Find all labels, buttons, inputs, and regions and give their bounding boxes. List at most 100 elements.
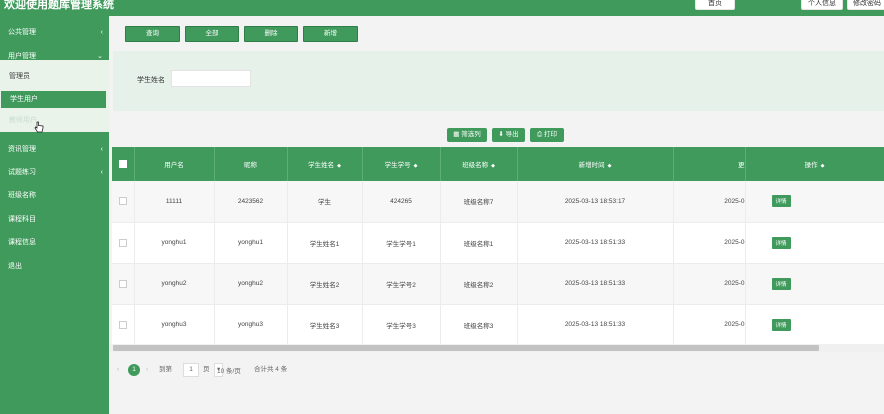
print-label: 打印: [544, 131, 557, 138]
table-cell: 学生学号1: [362, 222, 441, 264]
table-cell: yonghu2: [214, 263, 288, 305]
chevron-left-icon: ‹: [100, 29, 103, 36]
sidebar-item-public[interactable]: 公共管理 ‹: [0, 23, 109, 43]
table-cell: 班级名称2: [440, 263, 518, 305]
page-size-select[interactable]: 10 条/页 ▾: [214, 363, 241, 377]
sort-icon[interactable]: ◆: [337, 163, 341, 169]
filter-columns-button[interactable]: ▦ 筛选列: [447, 128, 487, 142]
sort-icon[interactable]: ◆: [821, 163, 825, 169]
column-header[interactable]: 用户名: [134, 147, 215, 181]
sidebar-item-news[interactable]: 资讯管理 ‹: [0, 140, 109, 160]
chevron-left-icon: ‹: [100, 146, 103, 153]
column-header[interactable]: 学生姓名 ◆: [287, 147, 363, 181]
sort-icon[interactable]: ◆: [608, 163, 612, 169]
columns-icon: ▦: [453, 131, 460, 138]
table-cell: 2025-03-13 18:51:33: [517, 222, 674, 264]
table-cell: 2025-03-13 18:51:33: [517, 263, 674, 305]
row-select-cell: [112, 263, 135, 305]
table-cell: 学生学号2: [362, 263, 441, 305]
table-cell: 2025-03-13 18:53:17: [517, 181, 674, 223]
prev-page-icon[interactable]: ‹: [117, 362, 119, 378]
table-cell: 班级名称7: [440, 181, 518, 223]
table-cell: yonghu1: [134, 222, 215, 264]
table-cell: yonghu3: [134, 304, 215, 346]
chevron-left-icon: ‹: [100, 169, 103, 176]
sidebar-item-label: 用户管理: [8, 53, 36, 60]
submenu-admin[interactable]: 管理员: [0, 68, 105, 85]
row-checkbox[interactable]: [118, 197, 127, 206]
hand-cursor-icon: [34, 121, 44, 133]
add-button[interactable]: 新增: [303, 26, 358, 42]
select-all-checkbox[interactable]: [118, 160, 127, 168]
table-cell: 学生姓名2: [287, 263, 363, 305]
total-count: 合计共 4 条: [254, 366, 288, 373]
table-cell: 学生学号3: [362, 304, 441, 346]
profile-button[interactable]: 个人信息: [801, 0, 843, 10]
sort-icon[interactable]: ◆: [414, 163, 418, 169]
export-label: 导出: [505, 131, 519, 138]
table-cell: 班级名称3: [440, 304, 518, 346]
jump-page-input[interactable]: 1: [183, 363, 199, 377]
sidebar-item-logout[interactable]: 退出: [0, 257, 109, 277]
column-header[interactable]: 班级名称 ◆: [440, 147, 518, 181]
detail-button[interactable]: 详情: [771, 236, 791, 249]
sidebar-item-practice[interactable]: 试题练习 ‹: [0, 163, 109, 183]
table-cell: 2025-0: [673, 304, 746, 346]
submenu-student-users[interactable]: 学生用户: [1, 91, 106, 108]
home-button[interactable]: 首页: [695, 0, 735, 10]
table-cell: 详情: [745, 181, 884, 223]
row-checkbox[interactable]: [118, 320, 127, 329]
student-name-input[interactable]: [171, 70, 251, 87]
data-table: 用户名 昵称 学生姓名 ◆ 学生学号 ◆ 班级名称 ◆ 新增时间 ◆ 更 操作 ◆ 111…: [112, 147, 884, 347]
change-password-button[interactable]: 修改密码: [847, 0, 884, 10]
users-submenu: 管理员 学生用户 教师用户: [0, 60, 109, 132]
page-unit-label: 页: [203, 366, 210, 373]
table-cell: yonghu3: [214, 304, 288, 346]
delete-button[interactable]: 删除: [244, 26, 298, 42]
export-button[interactable]: ⬇ 导出: [492, 128, 525, 142]
print-button[interactable]: ⎙ 打印: [530, 128, 564, 142]
table-cell: yonghu2: [134, 263, 215, 305]
table-row: yonghu2 yonghu2 学生姓名2 学生学号2 班级名称2 2025-0…: [112, 263, 884, 305]
table-header-row: 用户名 昵称 学生姓名 ◆ 学生学号 ◆ 班级名称 ◆ 新增时间 ◆ 更 操作 ◆: [112, 147, 884, 181]
table-cell: 2025-0: [673, 222, 746, 264]
detail-button[interactable]: 详情: [771, 195, 791, 208]
query-button[interactable]: 查询: [125, 26, 180, 42]
table-cell: 详情: [745, 222, 884, 264]
filter-panel: 学生姓名: [113, 51, 884, 111]
column-header[interactable]: 昵称: [214, 147, 288, 181]
sidebar-item-label: 公共管理: [8, 29, 36, 36]
table-row: 11111 2423562 学生 424265 班级名称7 2025-03-13…: [112, 181, 884, 223]
all-button[interactable]: 全部: [185, 26, 239, 42]
table-cell: 班级名称1: [440, 222, 518, 264]
sidebar-item-course-subject[interactable]: 课程科目: [0, 210, 109, 230]
sidebar-item-label: 试题练习: [8, 169, 36, 176]
table-cell: 11111: [134, 181, 215, 223]
row-select-cell: [112, 304, 135, 346]
sort-icon[interactable]: ◆: [491, 163, 495, 169]
row-select-cell: [112, 222, 135, 264]
table-cell: 2423562: [214, 181, 288, 223]
detail-button[interactable]: 详情: [771, 277, 791, 290]
sidebar-item-course-info[interactable]: 课程信息: [0, 233, 109, 253]
next-page-icon[interactable]: ›: [146, 362, 148, 378]
select-all-header: [112, 147, 135, 181]
sidebar: 公共管理 ‹ 用户管理 ⌄ 管理员 学生用户 教师用户 资讯管理 ‹ 试题练习 …: [0, 16, 109, 414]
row-checkbox[interactable]: [118, 279, 127, 288]
submenu-teacher-users[interactable]: 教师用户: [0, 112, 105, 129]
column-header[interactable]: 更: [673, 147, 746, 181]
column-header[interactable]: 新增时间 ◆: [517, 147, 674, 181]
row-checkbox[interactable]: [118, 238, 127, 247]
column-header[interactable]: 操作 ◆: [745, 147, 884, 181]
print-icon: ⎙: [536, 131, 543, 138]
table-row: yonghu1 yonghu1 学生姓名1 学生学号1 班级名称1 2025-0…: [112, 222, 884, 264]
horizontal-scrollbar-thumb[interactable]: [113, 345, 819, 351]
column-header[interactable]: 学生学号 ◆: [362, 147, 441, 181]
main-content: 查询 全部 删除 新增 学生姓名 ▦ 筛选列 ⬇ 导出 ⎙ 打印 用户名 昵称: [109, 16, 884, 414]
jump-label: 到第: [159, 366, 172, 373]
page-number-current[interactable]: 1: [128, 364, 140, 376]
table-cell: 2025-0: [673, 181, 746, 223]
sidebar-item-label: 课程科目: [8, 216, 36, 223]
detail-button[interactable]: 详情: [771, 318, 791, 331]
sidebar-item-class[interactable]: 班级名称: [0, 186, 109, 206]
